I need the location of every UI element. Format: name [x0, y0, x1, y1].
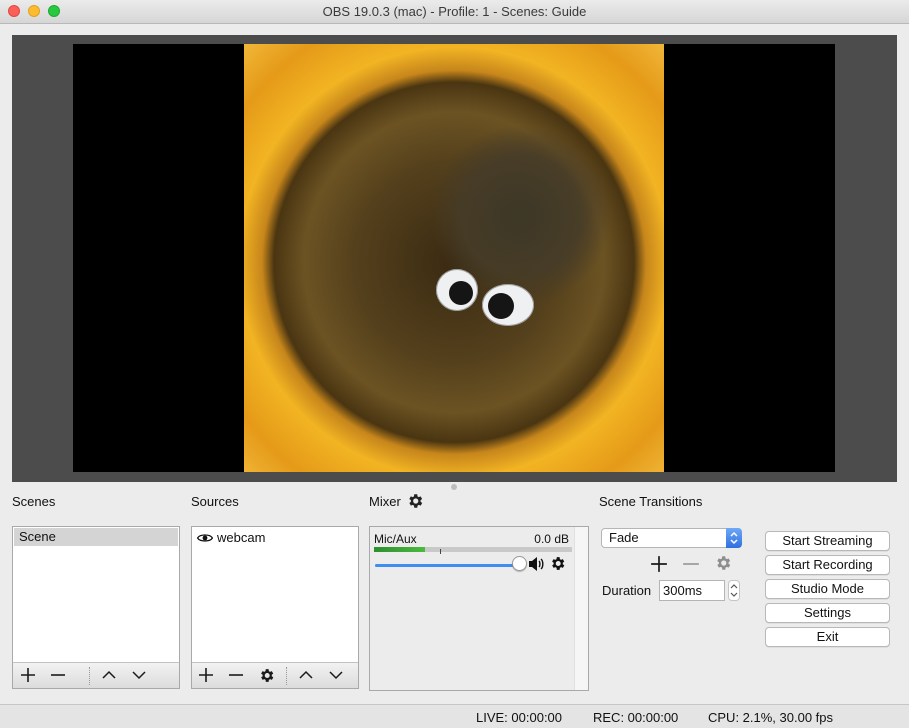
minus-icon	[229, 674, 243, 676]
speaker-icon[interactable]	[528, 556, 545, 572]
peak-marker	[440, 549, 441, 554]
add-transition-button[interactable]	[650, 555, 668, 573]
exit-button[interactable]: Exit	[765, 627, 890, 647]
preview-canvas[interactable]	[73, 44, 835, 472]
scenes-toolbar	[13, 662, 179, 688]
gear-icon[interactable]	[406, 492, 424, 510]
volume-slider[interactable]	[375, 564, 519, 567]
remove-source-button[interactable]	[224, 664, 248, 686]
add-scene-button[interactable]	[16, 664, 40, 686]
duration-input[interactable]: 300ms	[659, 580, 725, 601]
settings-button[interactable]: Settings	[765, 603, 890, 623]
audio-mixer: Mic/Aux 0.0 dB	[369, 526, 589, 691]
googly-eye-right	[482, 284, 534, 326]
remove-scene-button[interactable]	[46, 664, 70, 686]
chevron-up-icon	[299, 670, 313, 679]
dock-resize-handle[interactable]	[451, 484, 457, 490]
volume-slider-knob[interactable]	[512, 556, 527, 571]
duration-label: Duration	[602, 583, 652, 598]
minus-icon	[51, 674, 65, 676]
googly-eye-left	[436, 269, 478, 311]
source-item-label: webcam	[217, 530, 266, 545]
webcam-feed-image	[244, 44, 664, 472]
start-streaming-button[interactable]: Start Streaming	[765, 531, 890, 551]
preview-area[interactable]	[12, 35, 897, 482]
source-item[interactable]: webcam	[193, 529, 357, 547]
duration-stepper[interactable]	[728, 580, 740, 601]
move-scene-up-button[interactable]	[97, 664, 121, 686]
plus-icon	[651, 556, 667, 572]
sources-toolbar	[192, 662, 358, 688]
plus-icon	[21, 668, 35, 682]
move-scene-down-button[interactable]	[127, 664, 151, 686]
volume-meter	[374, 547, 572, 552]
add-source-button[interactable]	[194, 664, 218, 686]
select-arrows-icon	[726, 528, 742, 548]
scenes-label: Scenes	[12, 494, 56, 509]
start-recording-button[interactable]: Start Recording	[765, 555, 890, 575]
mixer-label: Mixer	[369, 494, 401, 509]
window-title: OBS 19.0.3 (mac) - Profile: 1 - Scenes: …	[322, 4, 587, 19]
move-source-up-button[interactable]	[294, 664, 318, 686]
eye-icon[interactable]	[197, 533, 213, 543]
sources-list[interactable]: webcam	[191, 526, 359, 689]
remove-transition-button[interactable]	[682, 555, 700, 573]
mixer-scrollbar[interactable]	[574, 527, 588, 690]
chevron-down-icon	[132, 671, 146, 680]
studio-mode-button[interactable]: Studio Mode	[765, 579, 890, 599]
gear-icon	[260, 669, 273, 682]
chevron-down-icon	[329, 671, 343, 680]
gear-icon[interactable]	[549, 555, 566, 572]
source-properties-button[interactable]	[254, 664, 278, 686]
plus-icon	[199, 668, 213, 682]
minus-icon	[683, 563, 699, 565]
mixer-level-readout: 0.0 dB	[534, 532, 569, 546]
mixer-channel: Mic/Aux 0.0 dB	[370, 527, 575, 690]
cpu-fps-readout: CPU: 2.1%, 30.00 fps	[708, 710, 834, 725]
volume-slider-fill	[375, 564, 519, 567]
scene-transitions-label: Scene Transitions	[599, 494, 703, 509]
live-timer: LIVE: 00:00:00	[476, 710, 563, 725]
rec-timer: REC: 00:00:00	[593, 710, 679, 725]
scenes-list[interactable]: Scene	[12, 526, 180, 689]
scene-item[interactable]: Scene	[14, 528, 178, 546]
stepper-arrows-icon	[730, 584, 738, 597]
transition-properties-button[interactable]	[714, 554, 732, 572]
transition-select-value: Fade	[609, 530, 639, 545]
title-bar: OBS 19.0.3 (mac) - Profile: 1 - Scenes: …	[0, 0, 909, 24]
sources-label: Sources	[191, 494, 239, 509]
transition-select[interactable]: Fade	[601, 528, 742, 548]
chevron-up-icon	[102, 670, 116, 679]
mixer-channel-name: Mic/Aux	[374, 532, 417, 546]
move-source-down-button[interactable]	[324, 664, 348, 686]
status-bar: LIVE: 00:00:00 REC: 00:00:00 CPU: 2.1%, …	[0, 704, 909, 728]
gear-icon	[717, 556, 731, 570]
